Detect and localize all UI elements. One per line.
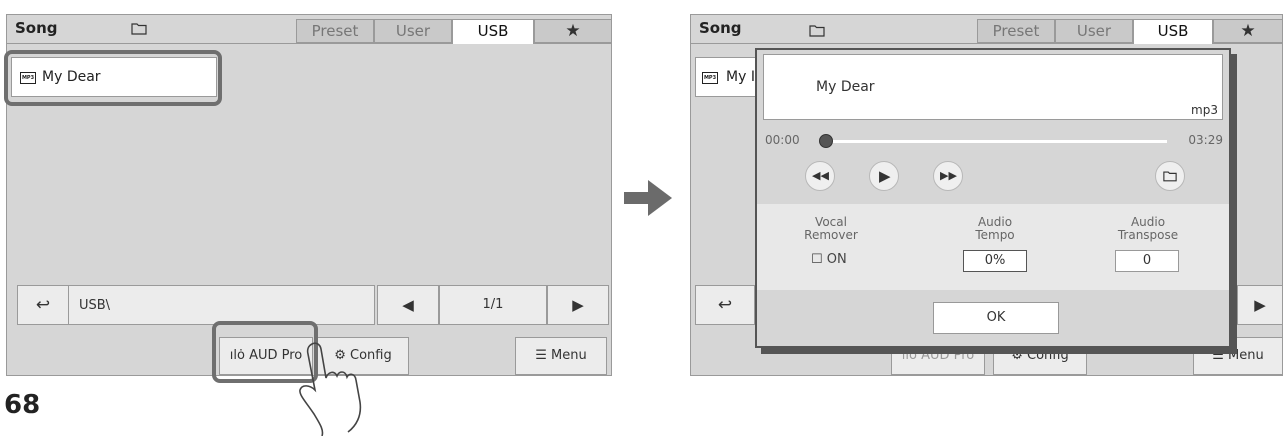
vocal-remover-value: ON	[826, 252, 847, 267]
previous-page-button[interactable]: ◀	[377, 285, 439, 325]
star-icon: ★	[565, 21, 581, 41]
next-page-button[interactable]: ▶	[547, 285, 609, 325]
back-button[interactable]: ↩	[695, 285, 755, 325]
total-time: 03:29	[1188, 133, 1223, 147]
right-triangle-icon: ▶	[1254, 296, 1266, 314]
progress-track	[823, 140, 1167, 143]
aud-pro-label: AUD Pro	[921, 348, 975, 363]
back-button[interactable]: ↩	[17, 285, 69, 325]
hand-pointer-icon	[299, 342, 362, 436]
rewind-button[interactable]: ◀◀	[805, 161, 835, 191]
arrow-right-icon	[624, 180, 672, 216]
tab-preset[interactable]: Preset	[977, 19, 1055, 43]
tab-favorites[interactable]: ★	[1213, 19, 1282, 43]
config-label: Config	[1027, 348, 1069, 363]
tab-usb[interactable]: USB	[1133, 19, 1213, 44]
tab-user[interactable]: User	[374, 19, 452, 43]
song-format: mp3	[1191, 103, 1218, 117]
rewind-icon: ◀◀	[812, 169, 829, 182]
audio-transpose-value[interactable]: 0	[1115, 250, 1179, 272]
mp3-file-icon: MP3	[702, 72, 718, 84]
file-name: My I	[726, 69, 755, 85]
audio-tempo-value[interactable]: 0%	[963, 250, 1027, 272]
page-title: Song	[699, 19, 742, 37]
settings-panel: Vocal Remover ☐ ON Audio Tempo 0% Audio …	[757, 204, 1229, 290]
page-title: Song	[15, 19, 58, 37]
song-info-box: My Dear mp3	[763, 54, 1223, 120]
folder-icon	[1163, 171, 1177, 182]
elapsed-time: 00:00	[765, 133, 800, 147]
top-bar: Song Preset User USB ★	[691, 15, 1282, 44]
aud-pro-icon: ılȯ	[901, 348, 917, 363]
right-triangle-icon: ▶	[572, 296, 584, 314]
top-bar: Song Preset User USB ★	[7, 15, 611, 44]
folder-icon[interactable]	[131, 22, 147, 35]
hamburger-icon: ☰	[535, 348, 547, 363]
audio-transpose-label-2: Transpose	[1117, 228, 1179, 242]
tab-favorites[interactable]: ★	[534, 19, 611, 43]
menu-button[interactable]: ☰ Menu	[515, 337, 607, 375]
song-name: My Dear	[816, 79, 875, 95]
menu-label: Menu	[551, 348, 587, 363]
aud-pro-dialog: My Dear mp3 00:00 03:29 ◀◀ ▶ ▶▶ Vocal Re…	[755, 48, 1231, 348]
path-text: USB\	[79, 298, 111, 313]
checkbox-icon: ☐	[811, 252, 823, 267]
tab-user[interactable]: User	[1055, 19, 1133, 43]
tab-preset[interactable]: Preset	[296, 19, 374, 43]
vocal-remover-label-2: Remover	[804, 228, 858, 242]
menu-label: Menu	[1228, 348, 1264, 363]
path-bar	[17, 285, 375, 325]
next-page-button[interactable]: ▶	[1237, 285, 1282, 325]
progress-knob[interactable]	[819, 134, 833, 148]
tab-usb[interactable]: USB	[452, 19, 534, 44]
left-triangle-icon: ◀	[402, 296, 414, 314]
open-folder-button[interactable]	[1155, 161, 1185, 191]
song-screen-after: Song Preset User USB ★ MP3 My I ↩ ▶ ılȯ …	[690, 14, 1283, 376]
fast-forward-icon: ▶▶	[940, 169, 957, 182]
page-indicator: 1/1	[439, 285, 547, 325]
gear-icon: ⚙	[1011, 348, 1023, 363]
audio-tempo-label-2: Tempo	[975, 228, 1015, 242]
hamburger-icon: ☰	[1212, 348, 1224, 363]
file-highlight	[4, 50, 222, 106]
play-icon: ▶	[879, 167, 891, 185]
ok-button[interactable]: OK	[933, 302, 1059, 334]
play-button[interactable]: ▶	[869, 161, 899, 191]
folder-icon[interactable]	[809, 22, 825, 41]
back-arrow-icon: ↩	[35, 295, 51, 315]
back-arrow-icon: ↩	[717, 295, 733, 315]
star-icon: ★	[1240, 21, 1256, 41]
page-number: 68	[4, 390, 41, 420]
vocal-remover-toggle[interactable]: ☐ ON	[811, 252, 847, 267]
fast-forward-button[interactable]: ▶▶	[933, 161, 963, 191]
